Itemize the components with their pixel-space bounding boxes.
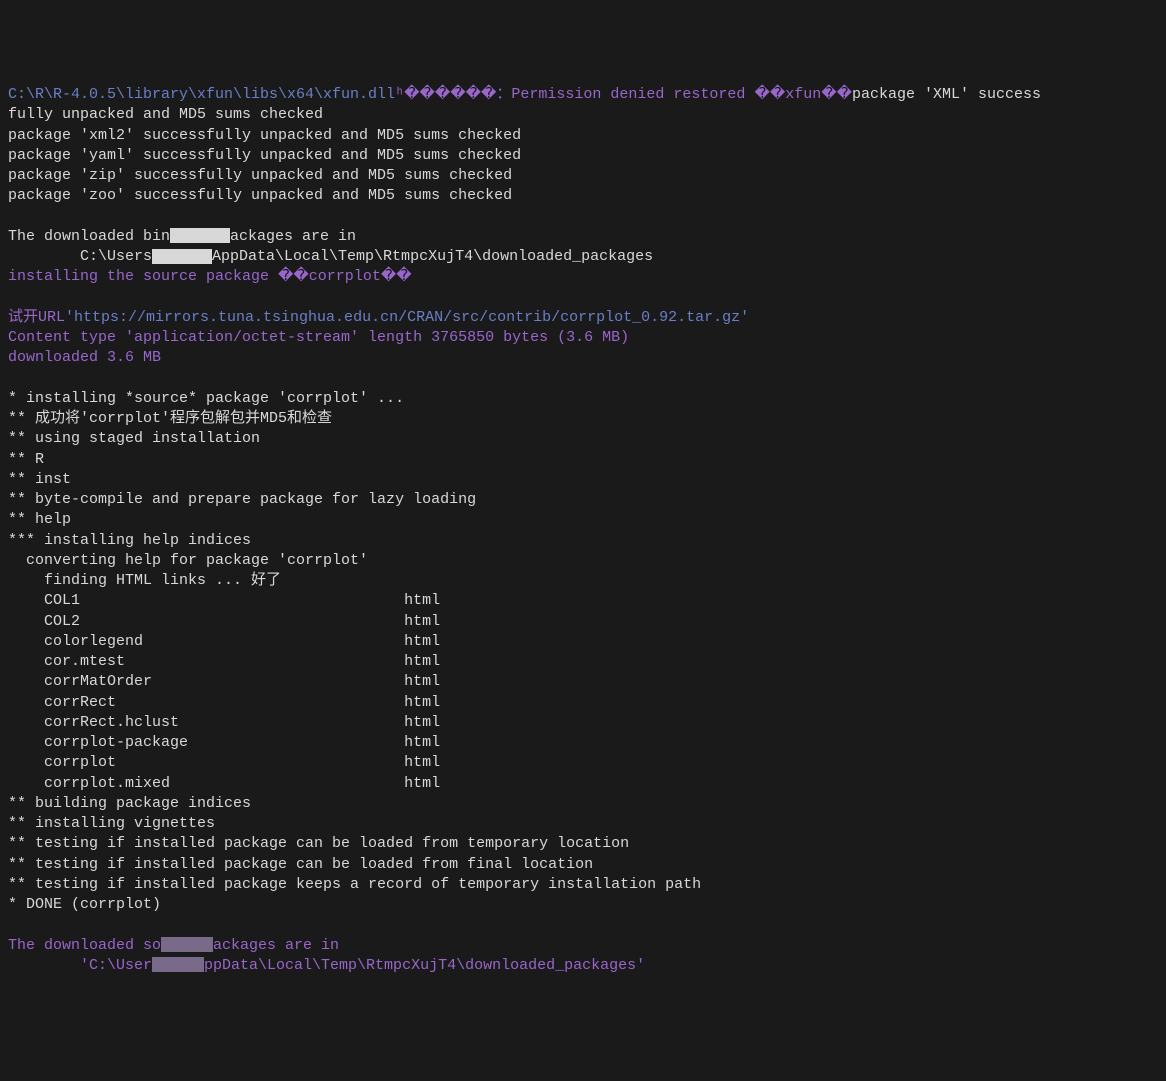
try-url-label: 试开URL (8, 309, 65, 326)
finish-line: * DONE (corrplot) (8, 896, 161, 913)
install-line: converting help for package 'corrplot' (8, 552, 368, 569)
checked-yaml: package 'yaml' successfully unpacked and… (8, 147, 521, 164)
finish-line: ** testing if installed package can be l… (8, 835, 629, 852)
content-type: Content type 'application/octet-stream' … (8, 329, 629, 346)
redacted-block (152, 249, 212, 264)
binary-path1: C:\Users (8, 248, 152, 265)
source-path2: ppData\Local\Temp\RtmpcXujT4\downloaded_… (204, 957, 645, 974)
install-line: ** using staged installation (8, 430, 260, 447)
html-item: corrRect.hclust html (8, 714, 440, 731)
download-url: 'https://mirrors.tuna.tsinghua.edu.cn/CR… (65, 309, 749, 326)
source-path1: 'C:\User (8, 957, 152, 974)
html-item: corrMatOrder html (8, 673, 440, 690)
finish-line: ** building package indices (8, 795, 251, 812)
install-line: *** installing help indices (8, 532, 251, 549)
permission-text: Permission denied restored (511, 86, 754, 103)
checked-zip: package 'zip' successfully unpacked and … (8, 167, 512, 184)
installing-source: installing the source package ��corrplot… (8, 268, 412, 285)
install-line: ** inst (8, 471, 71, 488)
checked-zoo: package 'zoo' successfully unpacked and … (8, 187, 512, 204)
console-output: C:\R\R-4.0.5\library\xfun\libs\x64\xfun.… (8, 85, 1158, 976)
install-line: ** byte-compile and prepare package for … (8, 491, 476, 508)
html-item: colorlegend html (8, 633, 440, 650)
html-item: cor.mtest html (8, 653, 440, 670)
binary-msg2: ackages are in (230, 228, 356, 245)
install-line: finding HTML links ... 好了 (8, 572, 281, 589)
redacted-block (170, 228, 230, 243)
html-item: corrplot-package html (8, 734, 440, 751)
html-item: COL2 html (8, 613, 440, 630)
html-item: corrplot.mixed html (8, 775, 440, 792)
redacted-block (161, 937, 213, 952)
install-line: ** help (8, 511, 71, 528)
colon-text: ： (496, 86, 511, 103)
binary-path2: AppData\Local\Temp\RtmpcXujT4\downloaded… (212, 248, 653, 265)
finish-line: ** testing if installed package keeps a … (8, 876, 701, 893)
redacted-block (152, 957, 204, 972)
downloaded-size: downloaded 3.6 MB (8, 349, 161, 366)
install-line: * installing *source* package 'corrplot'… (8, 390, 404, 407)
glyph-text: ʰ������ (395, 86, 496, 103)
html-item: COL1 html (8, 592, 440, 609)
install-line: ** 成功将'corrplot'程序包解包并MD5和检查 (8, 410, 332, 427)
checked-xml2: package 'xml2' successfully unpacked and… (8, 127, 521, 144)
xml-text: package 'XML' success (852, 86, 1041, 103)
html-item: corrRect html (8, 694, 440, 711)
checked-continue: fully unpacked and MD5 sums checked (8, 106, 323, 123)
source-msg1: The downloaded so (8, 937, 161, 954)
finish-line: ** testing if installed package can be l… (8, 856, 593, 873)
html-item: corrplot html (8, 754, 440, 771)
xfun-text: ��xfun�� (754, 86, 852, 103)
binary-msg1: The downloaded bin (8, 228, 170, 245)
install-line: ** R (8, 451, 44, 468)
source-msg2: ackages are in (213, 937, 339, 954)
finish-line: ** installing vignettes (8, 815, 215, 832)
path-text: C:\R\R-4.0.5\library\xfun\libs\x64\xfun.… (8, 86, 395, 103)
